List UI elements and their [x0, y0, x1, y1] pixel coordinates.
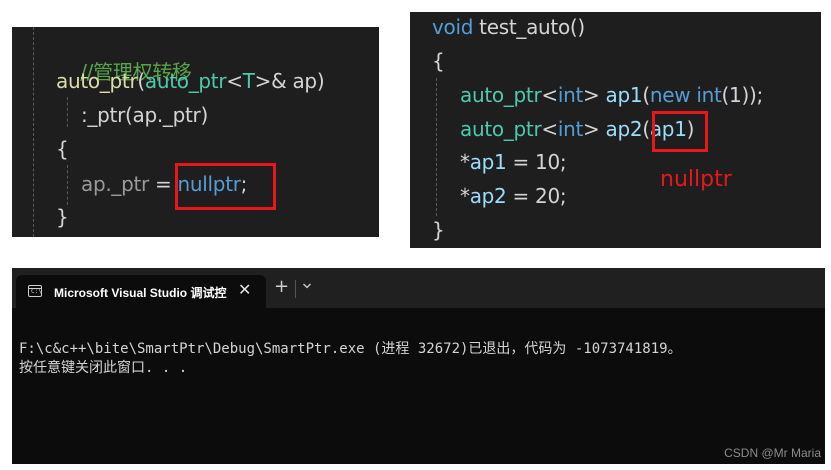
- function-signature-line: void test_auto(): [432, 14, 585, 40]
- fn-name: test_auto(): [473, 15, 585, 39]
- indent-guide: [33, 27, 34, 237]
- tab-title: Microsoft Visual Studio 调试控: [54, 286, 227, 300]
- new-tab-button[interactable]: +: [274, 278, 289, 296]
- terminal-output-line: F:\c&c++\bite\SmartPtr\Debug\SmartPtr.ex…: [19, 341, 682, 357]
- deref-ap1-line: *ap1 = 10;: [460, 150, 567, 174]
- nullptr-annotation: nullptr: [660, 167, 732, 192]
- terminal-output-line: 按任意键关闭此窗口. . .: [19, 360, 188, 376]
- ap1-variable: ap1: [605, 83, 643, 107]
- open-brace-line: {: [56, 137, 69, 161]
- terminal-tab[interactable]: C:\ Microsoft Visual Studio 调试控 ✕: [16, 275, 266, 308]
- constructor-signature-line: auto_ptr(auto_ptr<T>& ap): [56, 69, 325, 93]
- ap1-argument-highlight-box: [652, 111, 708, 152]
- chevron-down-icon[interactable]: [303, 282, 311, 290]
- terminal-tab-bar: C:\ Microsoft Visual Studio 调试控 ✕ +: [12, 268, 825, 308]
- close-brace-line: }: [432, 218, 445, 242]
- initializer-line: :_ptr(ap._ptr): [81, 103, 208, 127]
- right-code-editor: void test_auto() { auto_ptr<int> ap1(new…: [410, 12, 821, 248]
- deref-ap2-line: *ap2 = 20;: [460, 184, 567, 208]
- close-brace-line: }: [56, 205, 69, 229]
- left-code-editor: //管理权转移 auto_ptr(auto_ptr<T>& ap) :_ptr(…: [12, 27, 379, 237]
- tab-separator: [295, 280, 296, 298]
- watermark: CSDN @Mr Maria: [724, 446, 821, 460]
- indent-guide: [67, 165, 68, 205]
- console-icon: C:\: [28, 285, 42, 297]
- ap2-variable: ap2: [605, 117, 643, 141]
- void-keyword: void: [432, 15, 474, 39]
- open-brace-line: {: [432, 49, 445, 73]
- type-name: auto_ptr: [144, 69, 227, 93]
- terminal-window: C:\ Microsoft Visual Studio 调试控 ✕ + F:\c…: [12, 268, 825, 464]
- indent-guide: [436, 78, 437, 216]
- close-tab-icon[interactable]: ✕: [238, 280, 251, 299]
- lhs-member: ap._ptr: [81, 172, 149, 196]
- nullptr-highlight-box: [175, 163, 276, 210]
- template-param: T: [242, 69, 255, 93]
- ap1-declaration-line: auto_ptr<int> ap1(new int(1));: [460, 83, 763, 107]
- fn-name: auto_ptr: [56, 69, 138, 93]
